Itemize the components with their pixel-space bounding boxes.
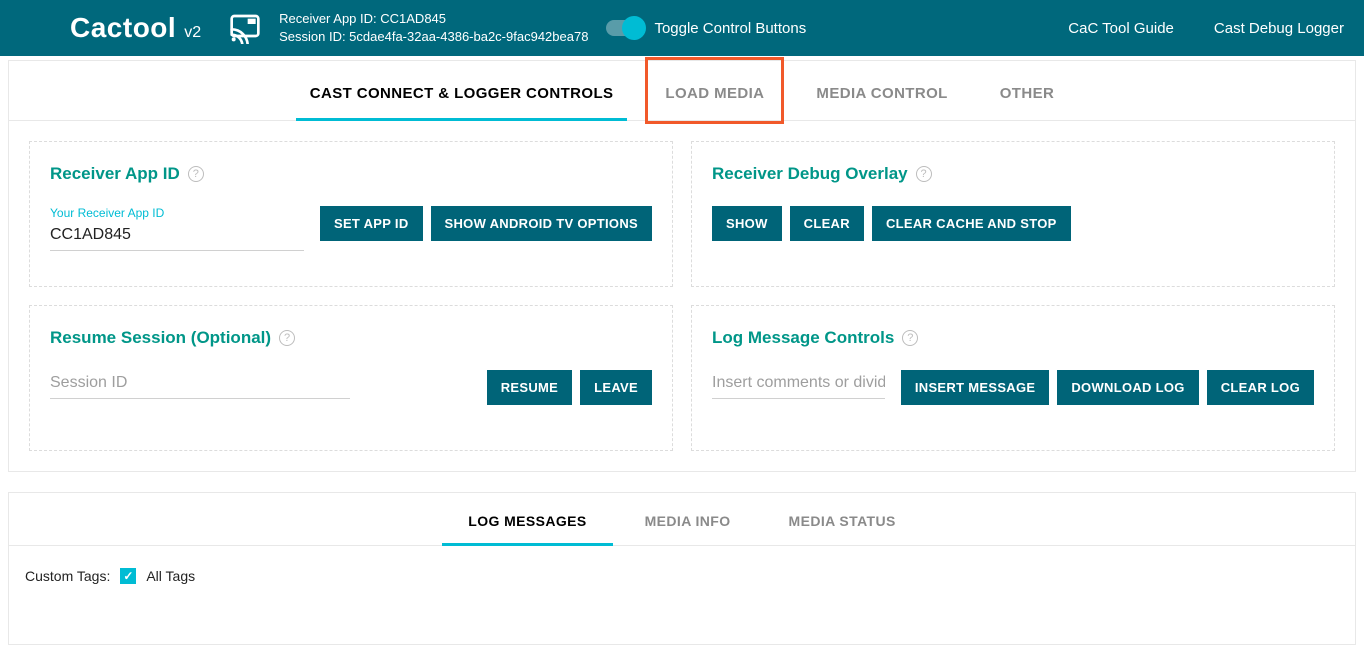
card-resume-session: Resume Session (Optional) ? RESUME LEAVE: [29, 305, 673, 451]
toggle-control-buttons[interactable]: [606, 20, 642, 36]
help-icon[interactable]: ?: [188, 166, 204, 182]
clear-log-button[interactable]: CLEAR LOG: [1207, 370, 1314, 405]
cast-icon[interactable]: [221, 12, 269, 44]
brand-version: v2: [184, 24, 201, 42]
lower-tab-log-messages[interactable]: LOG MESSAGES: [464, 513, 590, 545]
all-tags-checkbox[interactable]: ✓: [120, 568, 136, 584]
lower-tab-media-info[interactable]: MEDIA INFO: [641, 513, 735, 545]
help-icon[interactable]: ?: [902, 330, 918, 346]
card-title-debug-overlay: Receiver Debug Overlay: [712, 164, 908, 184]
log-comment-input[interactable]: [712, 370, 885, 399]
tab-media-control[interactable]: MEDIA CONTROL: [812, 85, 951, 120]
receiver-app-id-label: Your Receiver App ID: [50, 206, 304, 220]
card-receiver-debug-overlay: Receiver Debug Overlay ? SHOW CLEAR CLEA…: [691, 141, 1335, 287]
tab-other[interactable]: OTHER: [996, 85, 1059, 120]
brand-name: Cactool: [70, 12, 176, 44]
custom-tags-label: Custom Tags:: [25, 568, 110, 584]
content-grid: Receiver App ID ? Your Receiver App ID S…: [8, 121, 1356, 472]
link-cast-debug-logger[interactable]: Cast Debug Logger: [1214, 20, 1344, 37]
card-title-resume-session: Resume Session (Optional): [50, 328, 271, 348]
session-id-input[interactable]: [50, 370, 350, 399]
receiver-app-id-header: Receiver App ID: CC1AD845: [279, 10, 588, 28]
lower-section: LOG MESSAGES MEDIA INFO MEDIA STATUS Cus…: [8, 492, 1356, 645]
show-android-tv-options-button[interactable]: SHOW ANDROID TV OPTIONS: [431, 206, 652, 241]
help-icon[interactable]: ?: [279, 330, 295, 346]
brand: Cactool v2: [70, 12, 201, 44]
download-log-button[interactable]: DOWNLOAD LOG: [1057, 370, 1198, 405]
lower-tab-media-status[interactable]: MEDIA STATUS: [785, 513, 900, 545]
debug-clear-cache-stop-button[interactable]: CLEAR CACHE AND STOP: [872, 206, 1071, 241]
link-cac-tool-guide[interactable]: CaC Tool Guide: [1068, 20, 1174, 37]
debug-clear-button[interactable]: CLEAR: [790, 206, 864, 241]
help-icon[interactable]: ?: [916, 166, 932, 182]
session-id-header: Session ID: 5cdae4fa-32aa-4386-ba2c-9fac…: [279, 28, 588, 46]
card-log-message-controls: Log Message Controls ? INSERT MESSAGE DO…: [691, 305, 1335, 451]
main-tabs-bar: CAST CONNECT & LOGGER CONTROLS LOAD MEDI…: [8, 60, 1356, 121]
toggle-knob: [622, 16, 646, 40]
card-title-receiver-app-id: Receiver App ID: [50, 164, 180, 184]
tab-cast-connect[interactable]: CAST CONNECT & LOGGER CONTROLS: [306, 85, 618, 120]
receiver-app-id-input[interactable]: [50, 222, 304, 251]
insert-message-button[interactable]: INSERT MESSAGE: [901, 370, 1050, 405]
card-title-log-controls: Log Message Controls: [712, 328, 894, 348]
session-ids: Receiver App ID: CC1AD845 Session ID: 5c…: [279, 10, 588, 46]
toggle-control-buttons-label: Toggle Control Buttons: [654, 20, 806, 37]
app-header: Cactool v2 Receiver App ID: CC1AD845 Ses…: [0, 0, 1364, 56]
resume-button[interactable]: RESUME: [487, 370, 572, 405]
card-receiver-app-id: Receiver App ID ? Your Receiver App ID S…: [29, 141, 673, 287]
debug-show-button[interactable]: SHOW: [712, 206, 782, 241]
all-tags-label: All Tags: [146, 568, 195, 584]
tab-load-media[interactable]: LOAD MEDIA: [661, 85, 768, 120]
set-app-id-button[interactable]: SET APP ID: [320, 206, 423, 241]
leave-button[interactable]: LEAVE: [580, 370, 652, 405]
